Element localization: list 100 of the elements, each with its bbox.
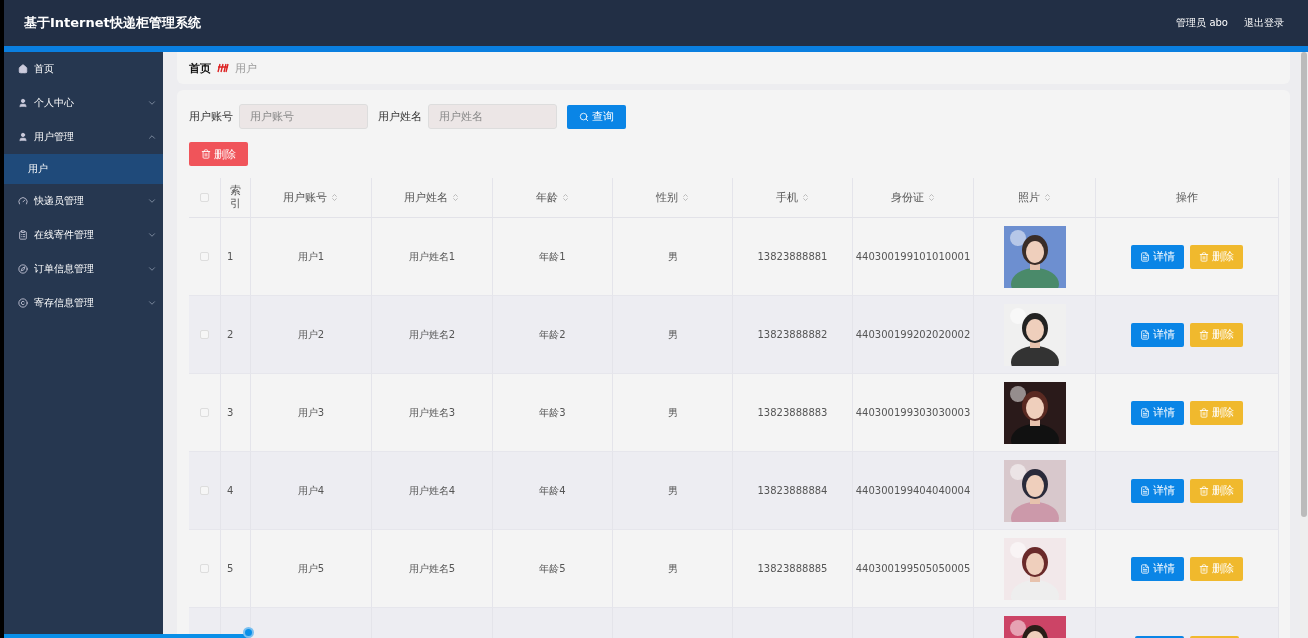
table-cell: 年龄2 (493, 296, 613, 374)
details-button[interactable]: 详情 (1131, 556, 1184, 581)
trash-icon (1199, 563, 1209, 574)
trash-icon (1199, 251, 1209, 262)
details-button[interactable]: 详情 (1131, 478, 1184, 503)
gauge-icon (18, 196, 28, 206)
column-header[interactable]: 性别 (655, 190, 678, 205)
circle-c-icon (18, 298, 28, 308)
document-icon (1140, 563, 1150, 574)
table-cell: 年龄3 (493, 374, 613, 452)
checkbox[interactable] (200, 252, 209, 261)
table-cell: 用户5 (251, 530, 372, 608)
column-header[interactable]: 用户账号 (283, 190, 327, 205)
user-name: 管理员 abo (1176, 16, 1228, 30)
breadcrumb-link[interactable]: 首页 (189, 60, 211, 76)
column-header[interactable]: 年龄 (535, 190, 558, 205)
sidebar-item[interactable]: 订单信息管理 (4, 252, 163, 286)
search-icon (579, 111, 589, 122)
clipboard-icon (18, 230, 28, 240)
sort-icon[interactable] (926, 193, 936, 202)
breadcrumb-current: 用户 (235, 60, 257, 76)
sidebar-item[interactable]: 在线寄件管理 (4, 218, 163, 252)
column-header: 索引 (230, 185, 241, 210)
table-cell: 年龄1 (493, 218, 613, 296)
sidebar-item[interactable]: 寄存信息管理 (4, 286, 163, 320)
table-cell: 用户4 (251, 452, 372, 530)
sort-icon[interactable] (560, 193, 570, 202)
table-cell: 用户姓名5 (372, 530, 493, 608)
search-field[interactable]: 用户姓名 (428, 104, 557, 129)
table-cell: 2 (221, 296, 251, 374)
column-header[interactable]: 身份证 (890, 190, 924, 205)
details-button[interactable]: 详情 (1131, 244, 1184, 269)
table-cell: 男 (613, 296, 733, 374)
table-cell: 440300199303030003 (853, 374, 974, 452)
sort-icon[interactable] (800, 193, 810, 202)
details-button[interactable]: 详情 (1131, 322, 1184, 347)
table-cell: 男 (613, 218, 733, 296)
column-header: 操作 (1176, 190, 1198, 205)
sidebar-item[interactable]: 快递员管理 (4, 184, 163, 218)
document-icon (1140, 485, 1150, 496)
sidebar-subitem[interactable]: 用户 (4, 154, 163, 184)
sort-icon[interactable] (451, 193, 460, 202)
field-label: 用户姓名 (378, 109, 422, 124)
sidebar-item[interactable]: 个人中心 (4, 86, 163, 120)
table-cell: 男 (613, 452, 733, 530)
field-label: 用户账号 (189, 109, 233, 124)
document-icon (1140, 329, 1150, 340)
table-cell: 用户姓名2 (372, 296, 493, 374)
table-cell: 440300199404040004 (853, 452, 974, 530)
table-cell: 用户3 (251, 374, 372, 452)
table-cell: 13823888883 (733, 374, 853, 452)
document-icon (1140, 251, 1150, 262)
checkbox[interactable] (200, 486, 209, 495)
checkbox[interactable] (200, 564, 209, 573)
column-header[interactable]: 手机 (775, 190, 798, 205)
table-cell: 用户1 (251, 218, 372, 296)
person-icon (18, 132, 28, 142)
checkbox[interactable] (200, 193, 209, 202)
person-icon (18, 98, 28, 108)
search-field[interactable]: 用户账号 (239, 104, 368, 129)
table-cell: 440300199505050005 (853, 530, 974, 608)
compass-icon (18, 264, 28, 274)
sort-icon[interactable] (1042, 193, 1052, 202)
sidebar-item[interactable]: 用户管理 (4, 120, 163, 154)
logout-link[interactable]: 退出登录 (1244, 16, 1284, 30)
table-cell: 用户2 (251, 296, 372, 374)
trash-icon (201, 149, 211, 159)
table-cell: 男 (613, 374, 733, 452)
table-cell: 用户姓名4 (372, 452, 493, 530)
table-cell: 440300199101010001 (853, 218, 974, 296)
table-cell: 13823888882 (733, 296, 853, 374)
checkbox[interactable] (200, 408, 209, 417)
home-icon (18, 64, 28, 74)
sort-icon[interactable] (680, 193, 690, 202)
table-cell: 用户姓名1 (372, 218, 493, 296)
table-cell: 13823888884 (733, 452, 853, 530)
search-button[interactable]: 查询 (567, 104, 626, 129)
table-cell: 13823888881 (733, 218, 853, 296)
table-cell: 年龄5 (493, 530, 613, 608)
table-cell: 男 (613, 530, 733, 608)
table-cell: 4 (221, 452, 251, 530)
app-title: 基于Internet快递柜管理系统 (24, 14, 202, 32)
sort-icon[interactable] (330, 193, 339, 202)
details-button[interactable]: 详情 (1131, 400, 1184, 425)
table-cell: 13823888885 (733, 530, 853, 608)
progress-handle[interactable] (242, 627, 254, 638)
column-header[interactable]: 用户姓名 (404, 190, 448, 205)
column-header[interactable]: 照片 (1017, 190, 1040, 205)
table-cell: 年龄4 (493, 452, 613, 530)
table-cell: 3 (221, 374, 251, 452)
trash-icon (1199, 485, 1209, 496)
table-cell: 5 (221, 530, 251, 608)
checkbox[interactable] (200, 330, 209, 339)
table-cell: 440300199202020002 (853, 296, 974, 374)
trash-icon (1199, 407, 1209, 418)
sidebar-item[interactable]: 首页 (4, 52, 163, 86)
table-cell: 用户姓名3 (372, 374, 493, 452)
document-icon (1140, 407, 1150, 418)
separator-icon (217, 63, 229, 73)
trash-icon (1199, 329, 1209, 340)
